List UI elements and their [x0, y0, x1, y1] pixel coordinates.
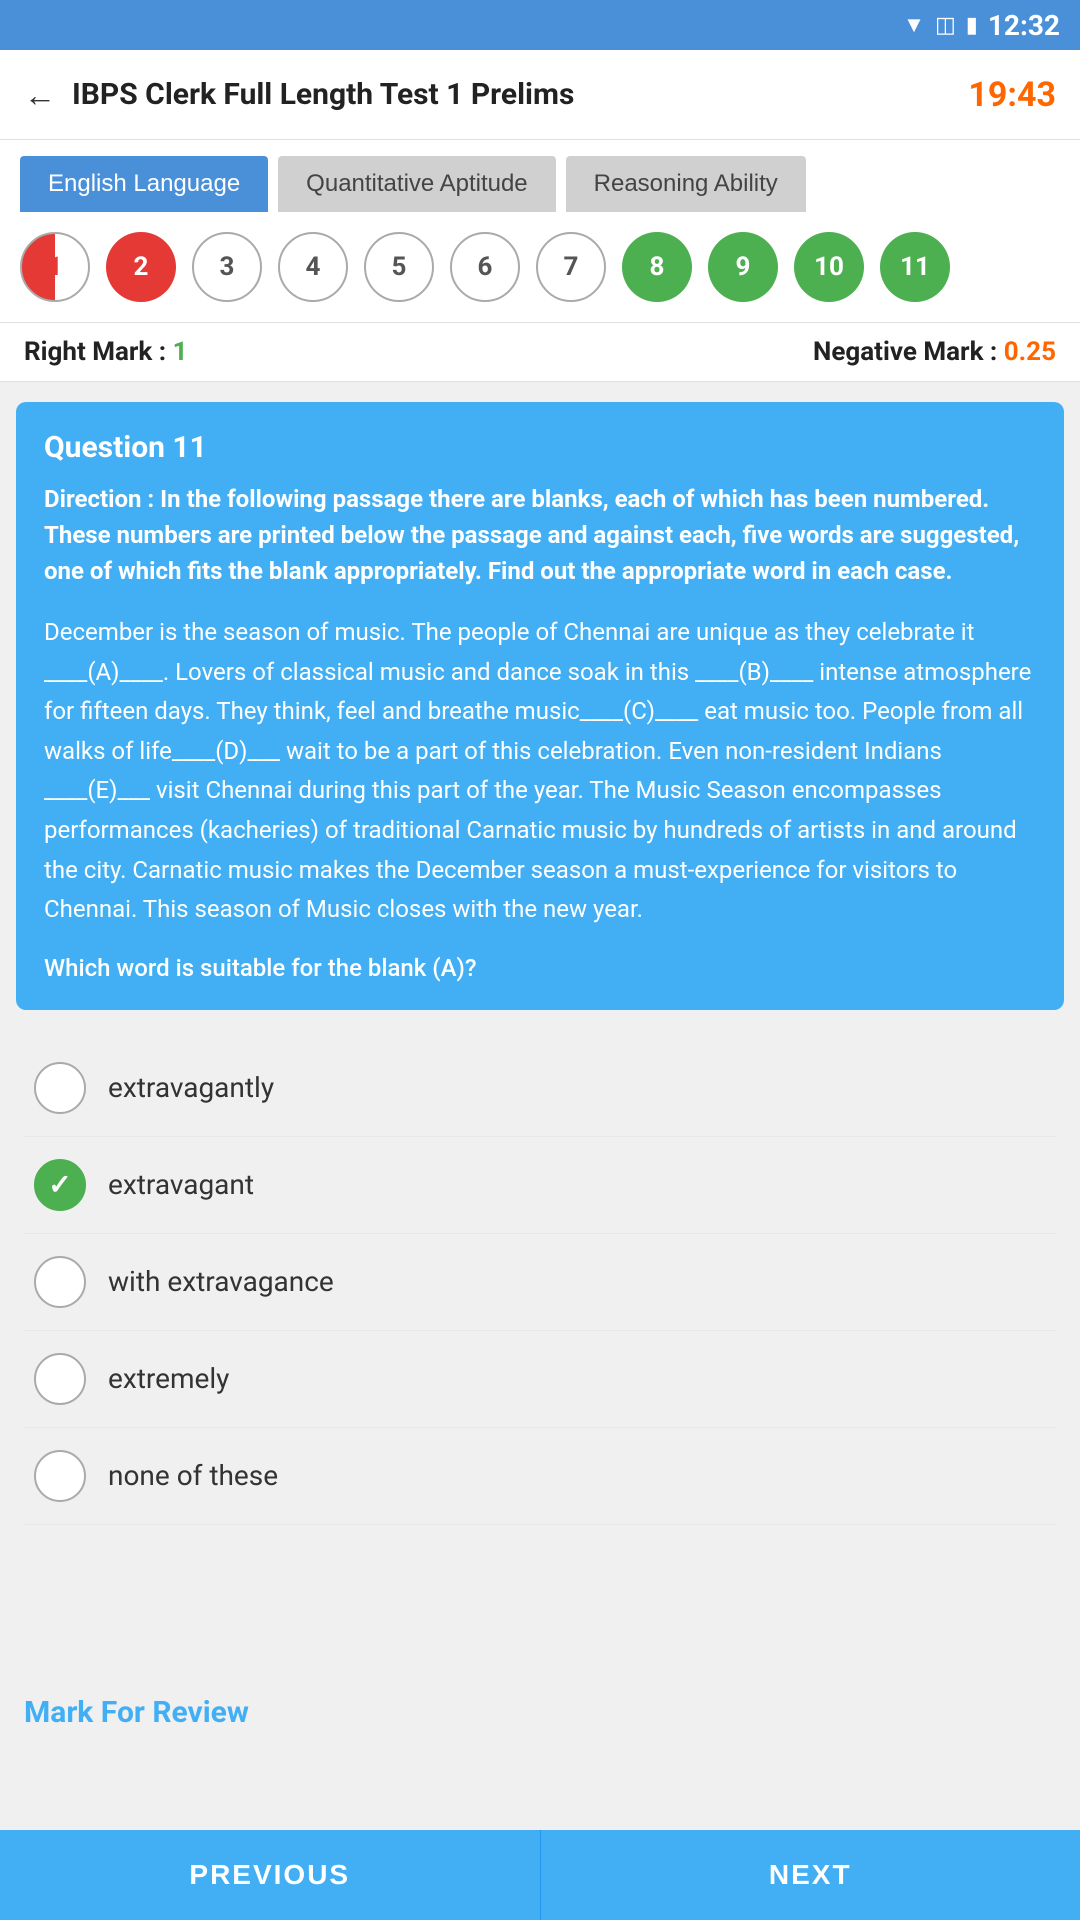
status-icons: ▼ ◫ ▮ 12:32: [903, 9, 1060, 42]
question-box: Question 11 Direction : In the following…: [16, 402, 1064, 1010]
checkmark-icon: ✓: [48, 1168, 71, 1201]
tabs-container: English Language Quantitative Aptitude R…: [0, 140, 1080, 212]
option-with-extravagance[interactable]: with extravagance: [24, 1234, 1056, 1331]
tab-english[interactable]: English Language: [20, 156, 268, 212]
qnum-8[interactable]: 8: [622, 232, 692, 302]
qnum-9[interactable]: 9: [708, 232, 778, 302]
next-button[interactable]: NEXT: [541, 1830, 1080, 1920]
option-text-D: extremely: [108, 1362, 229, 1395]
option-extravagantly[interactable]: extravagantly: [24, 1040, 1056, 1137]
qnum-10[interactable]: 10: [794, 232, 864, 302]
status-bar: ▼ ◫ ▮ 12:32: [0, 0, 1080, 50]
previous-button[interactable]: PREVIOUS: [0, 1830, 541, 1920]
battery-icon: ▮: [966, 13, 978, 38]
right-mark-value: 1: [173, 337, 188, 367]
qnum-2[interactable]: 2: [106, 232, 176, 302]
qnum-5[interactable]: 5: [364, 232, 434, 302]
qnum-6[interactable]: 6: [450, 232, 520, 302]
marks-row: Right Mark : 1 Negative Mark : 0.25: [0, 323, 1080, 382]
timer-display: 19:43: [968, 75, 1056, 115]
options-container: extravagantly ✓ extravagant with extrava…: [0, 1030, 1080, 1535]
page-title: IBPS Clerk Full Length Test 1 Prelims: [72, 77, 574, 112]
option-none-of-these[interactable]: none of these: [24, 1428, 1056, 1525]
radio-D[interactable]: [34, 1353, 86, 1405]
qnum-3[interactable]: 3: [192, 232, 262, 302]
bottom-navigation: PREVIOUS NEXT: [0, 1830, 1080, 1920]
passage-text: December is the season of music. The peo…: [44, 613, 1036, 930]
right-mark-label: Right Mark : 1: [24, 337, 187, 367]
direction-text: Direction : In the following passage the…: [44, 481, 1036, 589]
negative-mark-value: 0.25: [1004, 337, 1056, 367]
option-extravagant[interactable]: ✓ extravagant: [24, 1137, 1056, 1234]
radio-A[interactable]: [34, 1062, 86, 1114]
question-prompt: Which word is suitable for the blank (A)…: [44, 954, 1036, 982]
option-text-A: extravagantly: [108, 1071, 274, 1104]
wifi-icon: ▼: [903, 12, 925, 38]
option-text-E: none of these: [108, 1459, 278, 1492]
signal-icon: ◫: [935, 13, 956, 38]
negative-mark-label: Negative Mark : 0.25: [813, 337, 1056, 367]
header: ← IBPS Clerk Full Length Test 1 Prelims …: [0, 50, 1080, 140]
header-left: ← IBPS Clerk Full Length Test 1 Prelims: [24, 76, 574, 114]
status-time: 12:32: [988, 9, 1060, 42]
radio-E[interactable]: [34, 1450, 86, 1502]
tab-quantitative[interactable]: Quantitative Aptitude: [278, 156, 555, 212]
question-number-label: Question 11: [44, 430, 1036, 465]
back-button[interactable]: ←: [24, 76, 56, 114]
qnum-11[interactable]: 11: [880, 232, 950, 302]
qnum-7[interactable]: 7: [536, 232, 606, 302]
qnum-4[interactable]: 4: [278, 232, 348, 302]
radio-B[interactable]: ✓: [34, 1159, 86, 1211]
option-text-B: extravagant: [108, 1168, 254, 1201]
question-numbers-row: 1 2 3 4 5 6 7 8 9 10 11: [0, 212, 1080, 323]
tab-reasoning[interactable]: Reasoning Ability: [566, 156, 806, 212]
mark-review-label[interactable]: Mark For Review: [24, 1695, 249, 1730]
option-text-C: with extravagance: [108, 1265, 334, 1298]
radio-C[interactable]: [34, 1256, 86, 1308]
qnum-1[interactable]: 1: [20, 232, 90, 302]
option-extremely[interactable]: extremely: [24, 1331, 1056, 1428]
mark-review-section: Mark For Review: [0, 1655, 1080, 1750]
